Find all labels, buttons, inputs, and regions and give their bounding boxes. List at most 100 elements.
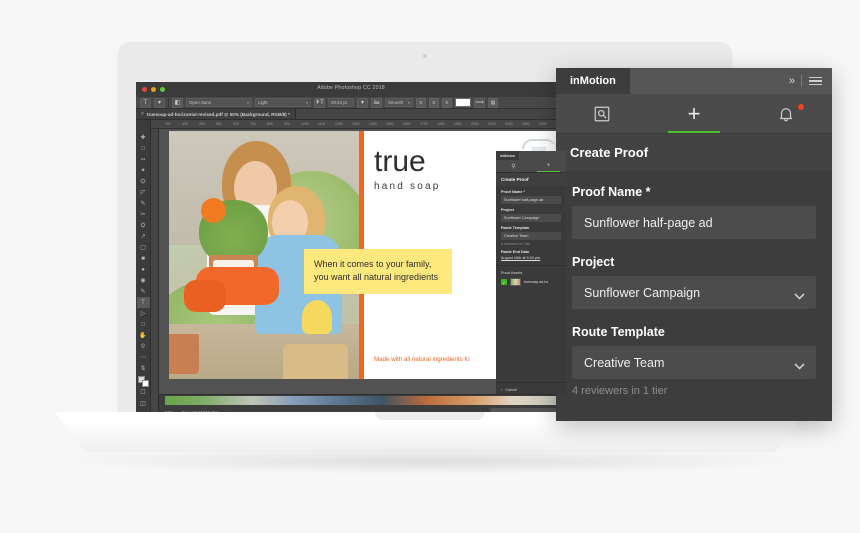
font-family-value: Open Sans <box>189 100 211 105</box>
type-tool-icon[interactable]: T <box>136 297 150 308</box>
eyedropper-tool-icon[interactable]: ◸ <box>137 187 150 198</box>
ruler-tick: 1300 <box>352 122 360 126</box>
anti-alias-field[interactable]: Smooth ▾ <box>385 98 413 107</box>
brush-tool-icon[interactable]: ✂ <box>137 209 150 220</box>
chevron-down-icon[interactable]: ▾ <box>303 100 308 105</box>
chevron-down-icon[interactable] <box>794 289 805 300</box>
chevron-down-icon[interactable]: ▾ <box>154 97 165 108</box>
align-right-icon[interactable]: ≡ <box>442 97 452 108</box>
route-template-select[interactable]: Creative Team <box>572 346 816 379</box>
gradient-tool-icon[interactable]: ■ <box>137 253 150 264</box>
dodge-tool-icon[interactable]: ◉ <box>137 275 150 286</box>
search-proofs-icon[interactable] <box>556 94 648 133</box>
chevron-down-icon[interactable]: ▾ <box>357 97 368 108</box>
create-proof-icon[interactable]: + <box>648 94 740 133</box>
cancel-button[interactable]: Cancel <box>505 388 517 392</box>
mini-label: Route Template <box>501 226 530 230</box>
close-icon[interactable]: × <box>141 111 144 117</box>
align-center-icon[interactable]: ≡ <box>429 97 439 108</box>
ad-callout-box: When it comes to your family, you want a… <box>304 249 452 294</box>
foreground-background-color-swatch[interactable] <box>137 376 149 387</box>
proof-name-input[interactable]: Sunflower half-page ad <box>572 206 816 239</box>
route-template-select-value: Creative Team <box>584 355 665 370</box>
chevron-down-icon[interactable]: ▾ <box>405 100 410 105</box>
font-family-field[interactable]: Open Sans ▾ <box>186 98 252 107</box>
quick-select-tool-icon[interactable]: ✦ <box>137 165 150 176</box>
laptop-base-notch <box>375 412 485 420</box>
chevron-down-icon[interactable]: ▾ <box>244 100 249 105</box>
ruler-tick: 1500 <box>386 122 394 126</box>
ad-brand-tagline: hand soap <box>374 181 441 192</box>
lasso-tool-icon[interactable]: ∾ <box>137 154 150 165</box>
photoshop-document-tabbar: × truesoap-ad-horizontal-revised.pdf @ 5… <box>136 109 566 120</box>
chevron-left-icon[interactable]: ‹ <box>501 388 502 392</box>
text-preset-icon[interactable]: ◧ <box>172 97 183 108</box>
document-tab[interactable]: × truesoap-ad-horizontal-revised.pdf @ 5… <box>136 109 296 119</box>
font-size-field[interactable]: 29.64 pt <box>328 98 354 107</box>
character-panel-icon[interactable]: ▤ <box>488 97 498 108</box>
pen-tool-icon[interactable]: ✎ <box>137 286 150 297</box>
align-left-icon[interactable]: ≡ <box>416 97 426 108</box>
mini-value[interactable]: August 16th at 5:00 pm <box>501 256 561 260</box>
ad-brand-lockup: true hand soap <box>374 145 441 193</box>
photoshop-window: Adobe Photoshop CC 2018 T ▾ ◧ Open Sans … <box>136 82 566 414</box>
clone-stamp-tool-icon[interactable]: ⛭ <box>137 220 150 231</box>
ruler-tick: 400 <box>199 122 205 126</box>
project-label: Project <box>572 255 615 269</box>
notifications-bell-icon[interactable] <box>740 94 832 133</box>
path-select-tool-icon[interactable]: ▷ <box>137 308 150 319</box>
font-style-field[interactable]: Light ▾ <box>255 98 311 107</box>
ad-brand-name: true <box>374 145 426 178</box>
warp-text-icon[interactable]: ⟹ <box>474 97 485 108</box>
screen-mode-icon[interactable]: ◫ <box>137 398 150 409</box>
marquee-tool-icon[interactable]: □ <box>137 143 150 154</box>
plus-icon: + <box>687 100 701 126</box>
panel-menu-icon[interactable] <box>809 76 822 87</box>
create-proof-icon[interactable]: + <box>531 160 566 172</box>
swap-colors-icon[interactable]: ⇅ <box>137 363 150 374</box>
app-title: Adobe Photoshop CC 2018 <box>317 85 385 91</box>
checkbox-checked-icon[interactable]: ✓ <box>501 279 507 285</box>
ruler-tick: 500 <box>216 122 222 126</box>
mini-asset-row[interactable]: ✓ truesoap-ad-hz <box>496 278 566 286</box>
crop-tool-icon[interactable]: ⏣ <box>137 176 150 187</box>
quick-mask-icon[interactable]: ☐ <box>137 387 150 398</box>
divider <box>168 98 169 107</box>
proof-name-label: Proof Name * <box>572 185 651 199</box>
eraser-tool-icon[interactable]: ▢ <box>137 242 150 253</box>
chevron-down-icon[interactable] <box>794 359 805 370</box>
rectangle-tool-icon[interactable]: □ <box>137 319 150 330</box>
project-select[interactable]: Sunflower Campaign <box>572 276 816 309</box>
healing-brush-tool-icon[interactable]: ✎ <box>137 198 150 209</box>
history-brush-tool-icon[interactable]: ↗ <box>137 231 150 242</box>
mini-assets-header: Proof Assets <box>496 265 566 278</box>
collapse-chevrons-icon[interactable]: » <box>789 75 795 87</box>
ruler-tick: 1600 <box>403 122 411 126</box>
ruler-tick: 1900 <box>454 122 462 126</box>
create-proof-form: Proof Name * Sunflower half-page ad Proj… <box>556 171 832 421</box>
mini-panel-tabbar: inMotion <box>496 151 566 160</box>
route-template-label: Route Template <box>572 325 665 339</box>
more-tools-icon[interactable]: ⋯ <box>137 352 150 363</box>
mini-field-proof-name: Proof Name * Sunflower half-page ad <box>496 186 566 204</box>
ruler-tick: 800 <box>267 122 273 126</box>
inmotion-panel-tab[interactable]: inMotion <box>556 68 630 94</box>
move-tool-icon[interactable]: ✚ <box>137 132 150 143</box>
photoshop-artboard[interactable]: true hand soap 7.6 fl oz (221 ml) <box>159 129 566 394</box>
ruler-tick: 2300 <box>522 122 530 126</box>
text-color-swatch[interactable] <box>455 98 471 107</box>
field-group-route-template: Route Template Creative Team 4 reviewers… <box>572 325 816 397</box>
inmotion-panel-tabs: + <box>556 94 832 134</box>
type-tool-icon[interactable]: T <box>140 97 151 108</box>
mini-label: Route End Date <box>501 250 530 254</box>
mini-field-route-end-date: Route End Date August 16th at 5:00 pm <box>496 246 566 260</box>
mini-value[interactable]: Sunflower half-page ad <box>501 196 561 204</box>
mini-value[interactable]: Creative Team <box>501 232 561 240</box>
zoom-tool-icon[interactable]: ⚲ <box>137 341 150 352</box>
ruler-tick: 2100 <box>488 122 496 126</box>
mini-value[interactable]: Sunflower Campaign <box>501 214 561 222</box>
search-proofs-icon[interactable]: ⚲ <box>496 160 531 172</box>
blur-tool-icon[interactable]: ● <box>137 264 150 275</box>
hand-tool-icon[interactable]: ✋ <box>137 330 150 341</box>
mini-panel-tab-label[interactable]: inMotion <box>496 151 519 160</box>
